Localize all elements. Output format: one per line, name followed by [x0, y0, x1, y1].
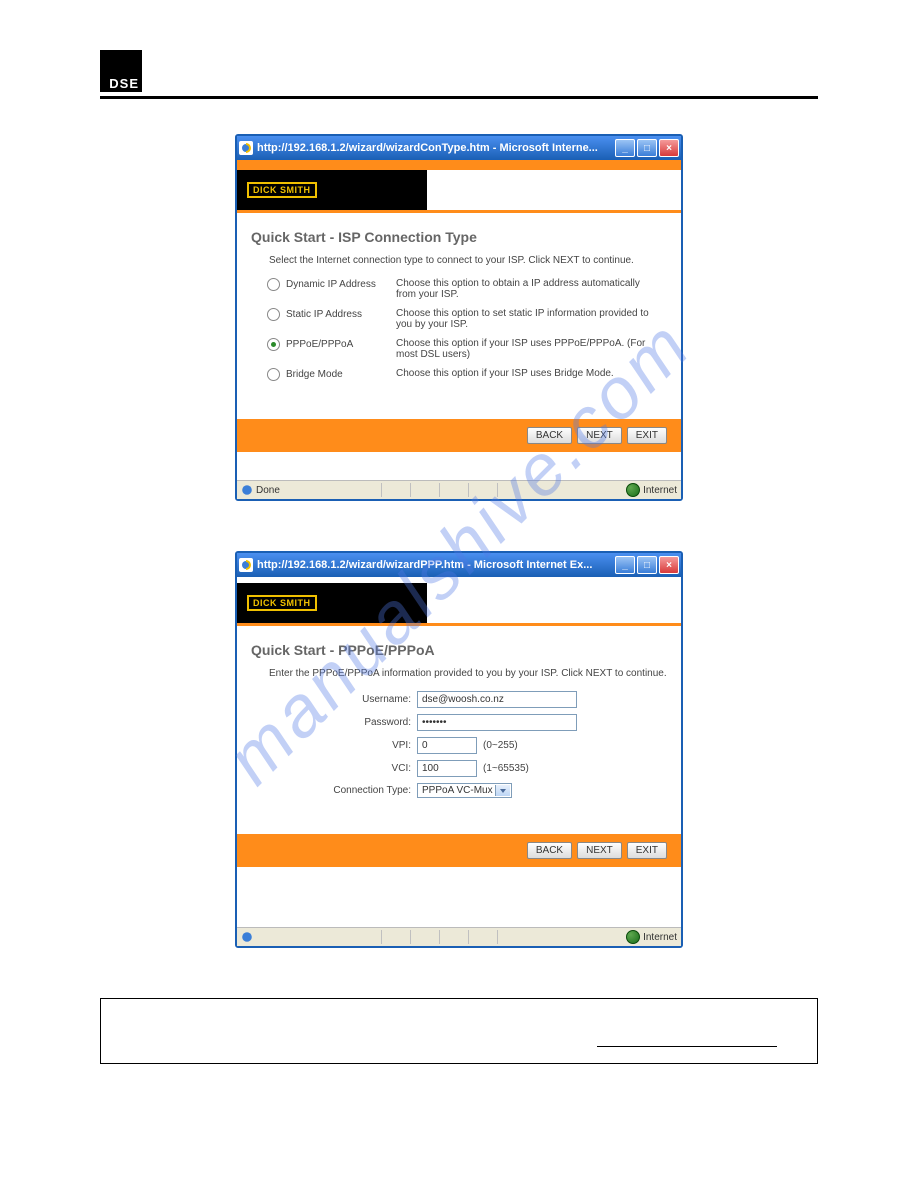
option-desc: Choose this option if your ISP uses PPPo…	[396, 338, 667, 360]
button-bar: BACK NEXT EXIT	[237, 834, 681, 867]
minimize-button[interactable]: _	[615, 556, 635, 574]
titlebar: http://192.168.1.2/wizard/wizardPPP.htm …	[237, 553, 681, 577]
ie-icon	[241, 484, 253, 496]
minimize-button[interactable]: _	[615, 139, 635, 157]
radio-dynamic-ip[interactable]	[267, 278, 280, 291]
option-label: PPPoE/PPPoA	[286, 339, 353, 350]
username-label: Username:	[251, 694, 417, 705]
radio-bridge[interactable]	[267, 368, 280, 381]
button-bar: BACK NEXT EXIT	[237, 419, 681, 452]
option-row[interactable]: Static IP Address Choose this option to …	[251, 308, 667, 330]
panel-title: Quick Start - PPPoE/PPPoA	[251, 642, 667, 658]
divider	[100, 96, 818, 99]
status-text: Done	[256, 485, 280, 496]
brand-logo: DICK SMITH	[237, 583, 427, 623]
option-desc: Choose this option to obtain a IP addres…	[396, 278, 667, 300]
option-label: Static IP Address	[286, 309, 362, 320]
panel-title: Quick Start - ISP Connection Type	[251, 229, 667, 245]
vci-input[interactable]: 100	[417, 760, 477, 777]
ie-icon	[241, 931, 253, 943]
panel-subtitle: Select the Internet connection type to c…	[269, 255, 667, 266]
close-button[interactable]: ×	[659, 556, 679, 574]
conn-type-select[interactable]: PPPoA VC-Mux	[417, 783, 512, 798]
back-button[interactable]: BACK	[527, 842, 572, 859]
window-isp-connection-type: http://192.168.1.2/wizard/wizardConType.…	[235, 134, 683, 501]
back-button[interactable]: BACK	[527, 427, 572, 444]
next-button[interactable]: NEXT	[577, 427, 622, 444]
statusbar: Internet	[237, 927, 681, 946]
window-title: http://192.168.1.2/wizard/wizardConType.…	[257, 142, 615, 154]
option-label: Bridge Mode	[286, 369, 343, 380]
dse-logo: DSE	[100, 50, 142, 92]
ie-icon	[239, 141, 253, 155]
close-button[interactable]: ×	[659, 139, 679, 157]
password-label: Password:	[251, 717, 417, 728]
footer-box	[100, 998, 818, 1064]
password-input[interactable]: •••••••	[417, 714, 577, 731]
maximize-button[interactable]: □	[637, 139, 657, 157]
option-row[interactable]: PPPoE/PPPoA Choose this option if your I…	[251, 338, 667, 360]
vci-hint: (1~65535)	[483, 763, 529, 774]
underline	[597, 1046, 777, 1047]
titlebar: http://192.168.1.2/wizard/wizardConType.…	[237, 136, 681, 160]
orange-strip	[237, 160, 681, 170]
window-pppoe-settings: http://192.168.1.2/wizard/wizardPPP.htm …	[235, 551, 683, 948]
conn-type-label: Connection Type:	[251, 785, 417, 796]
status-zone: Internet	[643, 932, 677, 943]
vpi-hint: (0~255)	[483, 740, 518, 751]
next-button[interactable]: NEXT	[577, 842, 622, 859]
internet-zone-icon	[626, 483, 640, 497]
username-input[interactable]: dse@woosh.co.nz	[417, 691, 577, 708]
panel-subtitle: Enter the PPPoE/PPPoA information provid…	[269, 668, 667, 679]
radio-static-ip[interactable]	[267, 308, 280, 321]
status-zone: Internet	[643, 485, 677, 496]
statusbar: Done Internet	[237, 480, 681, 499]
vci-label: VCI:	[251, 763, 417, 774]
window-title: http://192.168.1.2/wizard/wizardPPP.htm …	[257, 559, 615, 571]
option-label: Dynamic IP Address	[286, 279, 376, 290]
option-desc: Choose this option if your ISP uses Brid…	[396, 368, 667, 379]
radio-pppoe[interactable]	[267, 338, 280, 351]
exit-button[interactable]: EXIT	[627, 842, 667, 859]
option-desc: Choose this option to set static IP info…	[396, 308, 667, 330]
vpi-input[interactable]: 0	[417, 737, 477, 754]
option-row[interactable]: Bridge Mode Choose this option if your I…	[251, 368, 667, 381]
option-row[interactable]: Dynamic IP Address Choose this option to…	[251, 278, 667, 300]
ie-icon	[239, 558, 253, 572]
internet-zone-icon	[626, 930, 640, 944]
maximize-button[interactable]: □	[637, 556, 657, 574]
vpi-label: VPI:	[251, 740, 417, 751]
exit-button[interactable]: EXIT	[627, 427, 667, 444]
brand-logo: DICK SMITH	[237, 170, 427, 210]
